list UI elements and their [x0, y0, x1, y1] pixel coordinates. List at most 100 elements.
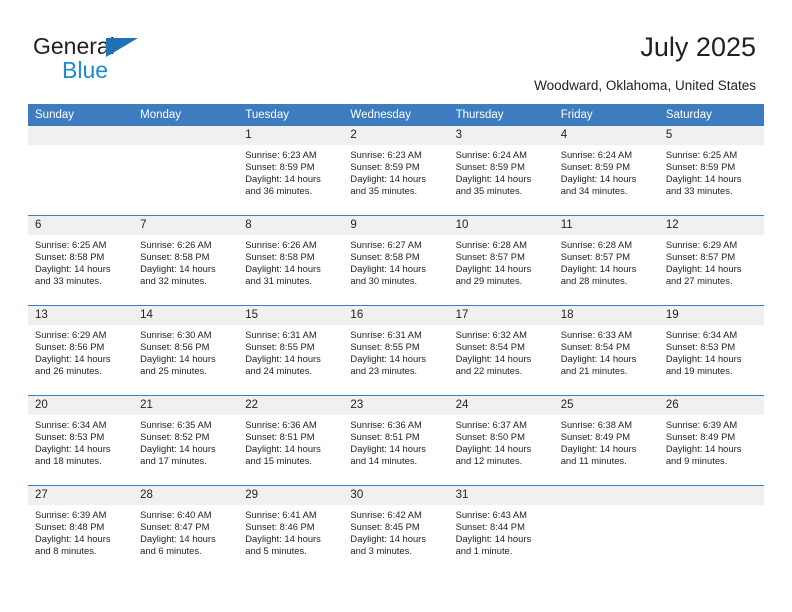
- sunrise-text: Sunrise: 6:42 AM: [350, 509, 422, 520]
- day-cell[interactable]: 18 Sunrise: 6:33 AM Sunset: 8:54 PM Dayligh…: [553, 305, 659, 396]
- day-cell[interactable]: 3 Sunrise: 6:24 AM Sunset: 8:59 PM Daylight…: [448, 126, 554, 216]
- day-cell[interactable]: 30 Sunrise: 6:42 AM Sunset: 8:45 PM Dayligh…: [343, 485, 449, 575]
- daylight-text-line1: Daylight: 14 hours: [35, 263, 111, 275]
- day-number: 5: [658, 126, 764, 145]
- sunset-text: Sunset: 8:47 PM: [140, 521, 210, 533]
- day-info: Sunrise: 6:33 AM Sunset: 8:54 PM Daylight:…: [554, 325, 659, 377]
- day-cell[interactable]: 25 Sunrise: 6:38 AM Sunset: 8:49 PM Dayligh…: [553, 395, 659, 486]
- sunrise-text: Sunrise: 6:37 AM: [455, 419, 527, 430]
- sunrise-text: Sunrise: 6:29 AM: [665, 239, 738, 250]
- daylight-text-line1: Daylight: 14 hours: [245, 263, 321, 275]
- sunset-text: Sunset: 8:59 PM: [455, 161, 525, 173]
- day-number: 12: [658, 216, 764, 235]
- sunrise-text: Sunrise: 6:34 AM: [35, 419, 107, 430]
- day-cell[interactable]: 20 Sunrise: 6:34 AM Sunset: 8:53 PM Dayligh…: [28, 395, 134, 486]
- day-cell[interactable]: 10 Sunrise: 6:28 AM Sunset: 8:57 PM Dayligh…: [448, 215, 554, 306]
- sunset-text: Sunset: 8:50 PM: [455, 431, 525, 443]
- sunrise-text: Sunrise: 6:41 AM: [245, 509, 317, 520]
- day-number: 30: [343, 486, 449, 505]
- daylight-text-line2: and 11 minutes.: [560, 455, 627, 467]
- sunset-text: Sunset: 8:57 PM: [455, 251, 525, 263]
- day-cell[interactable]: 9 Sunrise: 6:27 AM Sunset: 8:58 PM Daylight…: [343, 215, 449, 306]
- day-cell[interactable]: 27 Sunrise: 6:39 AM Sunset: 8:48 PM Dayligh…: [28, 485, 134, 575]
- weekday-header-tuesday: Tuesday: [238, 104, 344, 126]
- day-cell[interactable]: 13 Sunrise: 6:29 AM Sunset: 8:56 PM Dayligh…: [28, 305, 134, 396]
- sunset-text: Sunset: 8:58 PM: [245, 251, 315, 263]
- day-cell[interactable]: 24 Sunrise: 6:37 AM Sunset: 8:50 PM Dayligh…: [448, 395, 554, 486]
- day-info: Sunrise: 6:25 AM Sunset: 8:58 PM Daylight:…: [28, 235, 133, 287]
- day-cell[interactable]: 2 Sunrise: 6:23 AM Sunset: 8:59 PM Daylight…: [343, 126, 449, 216]
- daylight-text-line2: and 26 minutes.: [35, 365, 102, 377]
- day-info: Sunrise: 6:34 AM Sunset: 8:53 PM Daylight:…: [28, 415, 133, 467]
- day-cell[interactable]: 14 Sunrise: 6:30 AM Sunset: 8:56 PM Dayligh…: [133, 305, 239, 396]
- day-cell[interactable]: 21 Sunrise: 6:35 AM Sunset: 8:52 PM Dayligh…: [133, 395, 239, 486]
- day-cell[interactable]: 11 Sunrise: 6:28 AM Sunset: 8:57 PM Dayligh…: [553, 215, 659, 306]
- day-info: Sunrise: 6:36 AM Sunset: 8:51 PM Daylight:…: [238, 415, 343, 467]
- daylight-text-line1: Daylight: 14 hours: [455, 353, 532, 365]
- sunrise-text: Sunrise: 6:24 AM: [560, 149, 633, 160]
- day-cell[interactable]: 6 Sunrise: 6:25 AM Sunset: 8:58 PM Daylight…: [28, 215, 134, 306]
- day-number: [28, 126, 134, 145]
- day-info: Sunrise: 6:43 AM Sunset: 8:44 PM Daylight:…: [449, 505, 554, 557]
- sunset-text: Sunset: 8:49 PM: [560, 431, 631, 443]
- sunset-text: Sunset: 8:51 PM: [245, 431, 315, 443]
- daylight-text-line1: Daylight: 14 hours: [455, 173, 532, 185]
- day-cell[interactable]: 12 Sunrise: 6:29 AM Sunset: 8:57 PM Dayligh…: [658, 215, 764, 306]
- sunrise-text: Sunrise: 6:36 AM: [245, 419, 317, 430]
- day-cell[interactable]: 15 Sunrise: 6:31 AM Sunset: 8:55 PM Dayligh…: [238, 305, 344, 396]
- daylight-text-line1: Daylight: 14 hours: [140, 263, 216, 275]
- day-cell[interactable]: 5 Sunrise: 6:25 AM Sunset: 8:59 PM Daylight…: [658, 126, 764, 216]
- day-cell[interactable]: 28 Sunrise: 6:40 AM Sunset: 8:47 PM Dayligh…: [133, 485, 239, 575]
- daylight-text-line2: and 12 minutes.: [455, 455, 523, 467]
- daylight-text-line2: and 33 minutes.: [665, 185, 733, 197]
- day-info: Sunrise: 6:38 AM Sunset: 8:49 PM Daylight:…: [554, 415, 659, 467]
- day-info: Sunrise: 6:37 AM Sunset: 8:50 PM Daylight:…: [449, 415, 554, 467]
- day-cell[interactable]: 4 Sunrise: 6:24 AM Sunset: 8:59 PM Daylight…: [553, 126, 659, 216]
- day-cell[interactable]: 31 Sunrise: 6:43 AM Sunset: 8:44 PM Dayligh…: [448, 485, 554, 575]
- sunset-text: Sunset: 8:55 PM: [350, 341, 420, 353]
- day-number: 17: [448, 306, 554, 325]
- day-cell[interactable]: 8 Sunrise: 6:26 AM Sunset: 8:58 PM Daylight…: [238, 215, 344, 306]
- calendar-week-row: 6 Sunrise: 6:25 AM Sunset: 8:58 PM Daylight…: [28, 215, 764, 306]
- calendar-week-row: 27 Sunrise: 6:39 AM Sunset: 8:48 PM Dayligh…: [28, 485, 764, 575]
- day-number: 21: [133, 396, 239, 415]
- daylight-text-line2: and 31 minutes.: [245, 275, 312, 287]
- day-cell[interactable]: 16 Sunrise: 6:31 AM Sunset: 8:55 PM Dayligh…: [343, 305, 449, 396]
- day-info: Sunrise: 6:34 AM Sunset: 8:53 PM Daylight:…: [659, 325, 764, 377]
- day-cell[interactable]: 23 Sunrise: 6:36 AM Sunset: 8:51 PM Dayligh…: [343, 395, 449, 486]
- day-number: 22: [238, 396, 344, 415]
- weekday-header-friday: Friday: [553, 104, 659, 126]
- day-number: 3: [448, 126, 554, 145]
- daylight-text-line2: and 32 minutes.: [140, 275, 207, 287]
- sunset-text: Sunset: 8:45 PM: [350, 521, 420, 533]
- brand-line-1: General: [33, 33, 243, 59]
- day-cell[interactable]: 1 Sunrise: 6:23 AM Sunset: 8:59 PM Daylight…: [238, 126, 344, 216]
- day-info: Sunrise: 6:27 AM Sunset: 8:58 PM Daylight:…: [343, 235, 448, 287]
- daylight-text-line1: Daylight: 14 hours: [455, 263, 532, 275]
- day-cell-empty: [658, 485, 764, 575]
- daylight-text-line1: Daylight: 14 hours: [455, 443, 532, 455]
- day-info: Sunrise: 6:32 AM Sunset: 8:54 PM Daylight:…: [449, 325, 554, 377]
- day-cell[interactable]: 29 Sunrise: 6:41 AM Sunset: 8:46 PM Dayligh…: [238, 485, 344, 575]
- daylight-text-line2: and 17 minutes.: [140, 455, 207, 467]
- day-info: Sunrise: 6:30 AM Sunset: 8:56 PM Daylight:…: [133, 325, 238, 377]
- day-cell[interactable]: 22 Sunrise: 6:36 AM Sunset: 8:51 PM Dayligh…: [238, 395, 344, 486]
- day-cell[interactable]: 17 Sunrise: 6:32 AM Sunset: 8:54 PM Dayligh…: [448, 305, 554, 396]
- day-cell[interactable]: 19 Sunrise: 6:34 AM Sunset: 8:53 PM Dayligh…: [658, 305, 764, 396]
- day-number: [553, 486, 659, 505]
- day-number: 7: [133, 216, 239, 235]
- daylight-text-line1: Daylight: 14 hours: [455, 533, 532, 545]
- day-number: 15: [238, 306, 344, 325]
- day-info: Sunrise: 6:39 AM Sunset: 8:49 PM Daylight:…: [659, 415, 764, 467]
- daylight-text-line2: and 36 minutes.: [245, 185, 312, 197]
- day-cell[interactable]: 7 Sunrise: 6:26 AM Sunset: 8:58 PM Daylight…: [133, 215, 239, 306]
- daylight-text-line2: and 35 minutes.: [455, 185, 523, 197]
- day-info: Sunrise: 6:31 AM Sunset: 8:55 PM Daylight:…: [343, 325, 448, 377]
- calendar-page: General Blue July 2025 Woodward, Oklahom…: [0, 0, 792, 612]
- day-cell[interactable]: 26 Sunrise: 6:39 AM Sunset: 8:49 PM Dayligh…: [658, 395, 764, 486]
- day-cell-empty: [133, 126, 239, 216]
- sunrise-text: Sunrise: 6:25 AM: [35, 239, 107, 250]
- daylight-text-line2: and 24 minutes.: [245, 365, 312, 377]
- brand-logo[interactable]: General Blue: [33, 33, 243, 88]
- sunrise-text: Sunrise: 6:33 AM: [560, 329, 633, 340]
